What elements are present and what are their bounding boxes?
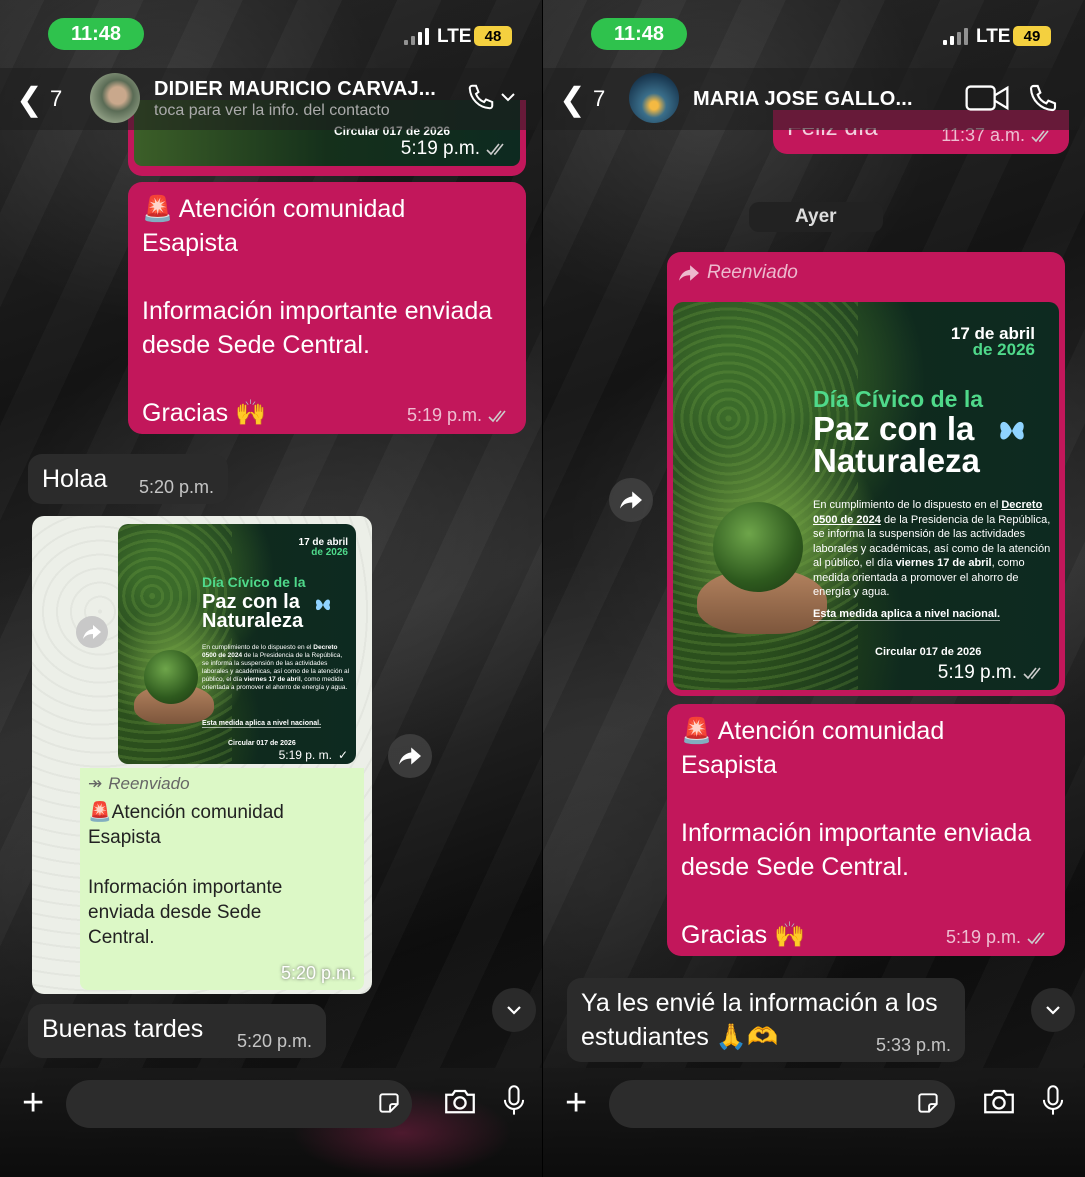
message-input[interactable] [609, 1080, 955, 1128]
incoming-bubble-holaa[interactable]: Holaa 5:20 p.m. [28, 454, 228, 504]
message-meta: 5:19 p.m. [946, 927, 1051, 948]
back-chevron-icon[interactable]: ❮ [16, 80, 43, 118]
back-unread-count[interactable]: 7 [593, 86, 605, 112]
sticker-icon[interactable] [915, 1090, 941, 1121]
contact-avatar[interactable] [629, 73, 679, 123]
composer-bar: + [543, 1068, 1085, 1177]
poster-image[interactable]: 17 de abril de 2026 Día Cívico de la Paz… [673, 302, 1059, 690]
chevron-down-icon[interactable] [500, 90, 516, 108]
phone-icon[interactable] [1027, 82, 1059, 119]
status-time: 11:48 [48, 18, 144, 50]
forwarded-icon [679, 265, 699, 281]
status-bar: 11:48 LTE 48 [0, 0, 542, 64]
contact-avatar[interactable] [90, 73, 140, 123]
video-call-icon[interactable] [965, 84, 1009, 117]
message-meta: 5:33 p.m. [875, 1035, 951, 1055]
battery-icon: 48 [474, 26, 512, 46]
message-text: 🚨 Atención comunidad Esapista Informació… [681, 717, 1032, 949]
message-meta: 5:20 p.m. [236, 1031, 312, 1051]
attach-plus-icon[interactable]: + [22, 1082, 44, 1125]
network-label: LTE [437, 26, 472, 47]
incoming-bubble-reply[interactable]: Ya les envié la información a los estudi… [567, 978, 965, 1062]
forwarded-icon: ↠ [88, 774, 103, 793]
composer-bar: + [0, 1068, 542, 1177]
status-bar: 11:48 LTE 49 [543, 0, 1085, 64]
screenshot-stage: 11:48 LTE 48 ❮ 7 DIDIER MAURICIO CARVAJ.… [0, 0, 1085, 1177]
status-time: 11:48 [591, 18, 687, 50]
back-unread-count[interactable]: 7 [50, 86, 62, 112]
chat-header: ❮ 7 DIDIER MAURICIO CARVAJ... toca para … [0, 68, 542, 130]
double-check-icon [1031, 130, 1049, 142]
forward-button[interactable] [388, 734, 432, 778]
chat-header: ❮ 7 MARIA JOSE GALLO... [543, 68, 1085, 130]
single-check-icon: ✓ [337, 748, 348, 762]
double-check-icon [1027, 932, 1045, 944]
signal-icon [943, 28, 968, 45]
earth-globe-icon [713, 502, 803, 592]
message-text: 🚨 Atención comunidad Esapista Informació… [142, 195, 493, 427]
message-text: 🚨Atención comunidad Esapista Información… [88, 802, 284, 948]
message-meta: 5:20 p.m. [138, 477, 214, 497]
double-check-icon [1023, 667, 1041, 680]
contact-name[interactable]: MARIA JOSE GALLO... [693, 88, 913, 111]
phone-icon[interactable] [466, 82, 496, 117]
contact-subtitle[interactable]: toca para ver la info. del contacto [154, 102, 390, 120]
butterfly-icon [314, 596, 332, 619]
microphone-icon[interactable] [502, 1084, 526, 1123]
camera-icon[interactable] [442, 1086, 478, 1121]
scroll-down-button[interactable] [1031, 988, 1075, 1032]
sticker-icon[interactable] [376, 1090, 402, 1121]
forwarded-poster-bubble[interactable]: Reenviado 17 de abril de 2026 Día Cívico… [667, 252, 1065, 696]
message-meta: 5:19 p.m. [407, 405, 512, 426]
message-input[interactable] [66, 1080, 412, 1128]
network-label: LTE [976, 26, 1011, 47]
earth-globe-icon [144, 650, 198, 704]
forwarded-screenshot-image[interactable]: 17 de abril de 2026 Día Cívico de la Paz… [32, 516, 372, 994]
forwarded-message-bubble: ↠ Reenviado 🚨Atención comunidad Esapista… [80, 768, 364, 990]
attach-plus-icon[interactable]: + [565, 1082, 587, 1125]
camera-icon[interactable] [981, 1086, 1017, 1121]
chat-panel-left: 11:48 LTE 48 ❮ 7 DIDIER MAURICIO CARVAJ.… [0, 0, 542, 1177]
forward-icon[interactable] [76, 616, 108, 648]
forward-button[interactable] [609, 478, 653, 522]
announcement-bubble[interactable]: 🚨 Atención comunidad Esapista Informació… [667, 704, 1065, 956]
double-check-icon [488, 410, 506, 422]
chat-panel-right: 11:48 LTE 49 ❮ 7 MARIA JOSE GALLO... Fel… [543, 0, 1085, 1177]
mini-poster: 17 de abril de 2026 Día Cívico de la Paz… [118, 524, 356, 764]
back-chevron-icon[interactable]: ❮ [559, 80, 586, 118]
battery-icon: 49 [1013, 26, 1051, 46]
microphone-icon[interactable] [1041, 1084, 1065, 1123]
signal-icon [404, 28, 429, 45]
double-check-icon [486, 143, 504, 156]
announcement-bubble[interactable]: 🚨 Atención comunidad Esapista Informació… [128, 182, 526, 434]
contact-name[interactable]: DIDIER MAURICIO CARVAJ... [154, 78, 436, 101]
butterfly-icon [997, 416, 1027, 451]
incoming-bubble-buenas[interactable]: Buenas tardes 5:20 p.m. [28, 1004, 326, 1058]
scroll-down-button[interactable] [492, 988, 536, 1032]
date-divider: Ayer [749, 202, 883, 232]
